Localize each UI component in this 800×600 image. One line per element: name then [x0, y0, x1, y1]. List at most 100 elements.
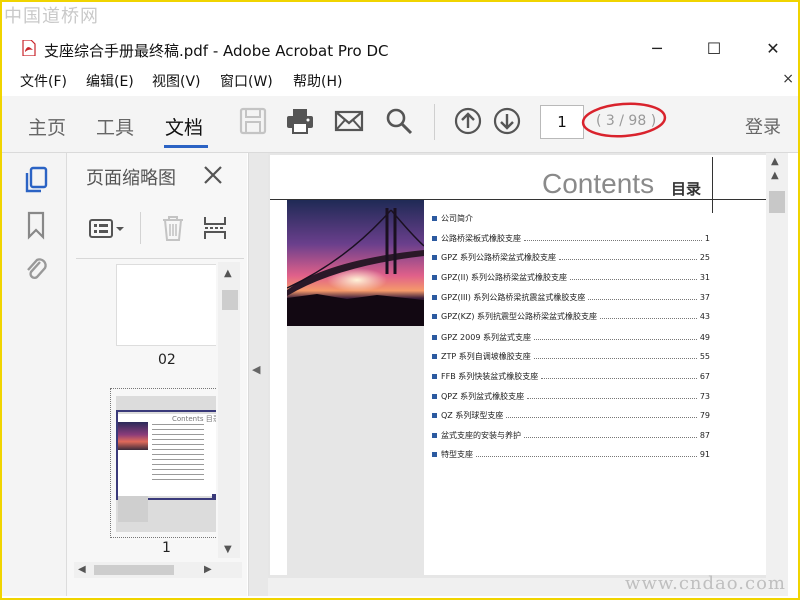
- toc-row[interactable]: ZTP 系列自调坡橡胶支座 55: [432, 349, 710, 363]
- close-panel-icon[interactable]: [201, 163, 225, 187]
- toc-bullet-icon: [432, 235, 437, 241]
- toc-row[interactable]: GPZ 系列公路桥梁盆式橡胶支座 25: [432, 250, 710, 264]
- attachment-icon[interactable]: [22, 254, 50, 284]
- insert-page-icon[interactable]: [202, 214, 228, 242]
- maximize-button[interactable]: ☐: [703, 38, 725, 60]
- toc-leader: [600, 314, 697, 319]
- toc-bullet-icon: [432, 432, 437, 438]
- tab-home[interactable]: 主页: [28, 113, 66, 140]
- menu-window[interactable]: 窗口(W): [220, 71, 273, 91]
- toc-page-number: 31: [699, 272, 710, 282]
- toc-leader: [476, 452, 697, 457]
- toc-page-number: 55: [699, 351, 710, 361]
- heading-vertical-rule: [712, 157, 713, 213]
- toc-page-number: 49: [699, 332, 710, 342]
- document-vertical-scrollbar[interactable]: [766, 153, 788, 578]
- close-document-button[interactable]: ×: [782, 71, 794, 87]
- toc-row[interactable]: GPZ 2009 系列盆式支座 49: [432, 330, 710, 344]
- thumbnail-scroll-left-icon[interactable]: ◀: [78, 564, 86, 575]
- window-title: 支座综合手册最终稿.pdf - Adobe Acrobat Pro DC: [44, 42, 389, 60]
- document-scroll-up-icon-2[interactable]: ▲: [771, 170, 779, 181]
- toc-bullet-icon: [432, 373, 437, 379]
- toc-title: 特型支座: [441, 449, 473, 459]
- toc-row[interactable]: 公路桥梁板式橡胶支座 1: [432, 231, 710, 245]
- contents-heading: Contents: [542, 168, 655, 199]
- thumbnail-viewport-frame: [116, 410, 216, 500]
- thumbnail-page-1[interactable]: Contents 目录: [116, 396, 216, 532]
- toc-row[interactable]: QPZ 系列盆式橡胶支座 73: [432, 389, 710, 403]
- toc-title: QPZ 系列盆式橡胶支座: [441, 391, 525, 401]
- watermark-bottom: www.cndao.com: [625, 573, 786, 594]
- thumbnail-scroll-up-icon[interactable]: ▲: [224, 268, 232, 279]
- toc-row[interactable]: FFB 系列快装盆式橡胶支座 67: [432, 369, 710, 383]
- toc-page-number: 87: [699, 430, 710, 440]
- thumbnail-resize-handle[interactable]: [212, 494, 216, 499]
- thumbnail-scroll-right-icon[interactable]: ▶: [204, 564, 212, 575]
- toc-leader: [506, 413, 697, 418]
- thumbnail-scroll-thumb[interactable]: [222, 290, 238, 310]
- menu-edit[interactable]: 编辑(E): [86, 71, 134, 91]
- toc-bullet-icon: [432, 294, 437, 300]
- save-icon[interactable]: [238, 106, 268, 136]
- toc-row[interactable]: GPZ(III) 系列公路桥梁抗震盆式橡胶支座 37: [432, 290, 710, 304]
- toc-page-number: 25: [699, 252, 710, 262]
- thumbnail-hscroll-thumb[interactable]: [94, 565, 174, 575]
- toc-page-number: 43: [699, 311, 710, 321]
- search-icon[interactable]: [384, 106, 414, 136]
- toc-leader: [527, 394, 697, 399]
- toc-title: GPZ(III) 系列公路桥梁抗震盆式橡胶支座: [441, 292, 586, 302]
- toc-leader: [524, 433, 697, 438]
- toc-bullet-icon: [432, 254, 437, 260]
- toc-page-number: 67: [699, 371, 710, 381]
- toc-leader: [570, 275, 697, 280]
- page-up-icon[interactable]: [453, 106, 483, 136]
- print-icon[interactable]: [285, 106, 315, 136]
- bookmark-icon[interactable]: [22, 210, 50, 240]
- toc-row[interactable]: 盆式支座的安装与养护 87: [432, 428, 710, 442]
- panel-tool-separator: [140, 212, 141, 244]
- tab-tools[interactable]: 工具: [96, 113, 134, 140]
- thumbnail-list: 02 Contents 目录 1: [76, 262, 216, 562]
- toc-row[interactable]: GPZ(II) 系列公路桥梁盆式橡胶支座 31: [432, 270, 710, 284]
- toc-row[interactable]: GPZ(KZ) 系列抗震型公路桥梁盆式橡胶支座 43: [432, 309, 710, 323]
- trash-icon[interactable]: [160, 214, 186, 242]
- thumbnail-scroll-down-icon[interactable]: ▼: [224, 544, 232, 555]
- page-thumbnails-icon[interactable]: [22, 165, 50, 195]
- toc-row[interactable]: QZ 系列球型支座 79: [432, 408, 710, 422]
- thumbnail-label-02: 02: [158, 352, 176, 368]
- thumbnail-page-02[interactable]: [116, 264, 216, 346]
- active-tab-indicator: [164, 145, 208, 148]
- collapse-panel-icon[interactable]: ◀: [252, 363, 260, 376]
- page-down-icon[interactable]: [492, 106, 522, 136]
- toc-page-number: 79: [699, 410, 710, 420]
- mail-icon[interactable]: [334, 106, 364, 136]
- menu-help[interactable]: 帮助(H): [293, 71, 342, 91]
- toc-row[interactable]: 公司简介: [432, 211, 710, 225]
- toolbar-separator: [434, 104, 435, 140]
- panel-title: 页面缩略图: [86, 168, 176, 189]
- minimize-button[interactable]: ─: [646, 38, 668, 60]
- document-scroll-thumb[interactable]: [769, 191, 785, 213]
- page-number-input[interactable]: 1: [540, 105, 584, 139]
- toc-title: 公路桥梁板式橡胶支座: [441, 233, 521, 243]
- toc-title: GPZ(KZ) 系列抗震型公路桥梁盆式橡胶支座: [441, 311, 598, 321]
- menu-view[interactable]: 视图(V): [152, 71, 201, 91]
- toc-leader: [541, 374, 697, 379]
- toc-page-number: 73: [699, 391, 710, 401]
- toc-title: GPZ 系列公路桥梁盆式橡胶支座: [441, 252, 557, 262]
- contents-heading-cn: 目录: [671, 180, 702, 198]
- toc-bullet-icon: [432, 412, 437, 418]
- menu-file[interactable]: 文件(F): [20, 71, 67, 91]
- toc-title: QZ 系列球型支座: [441, 410, 504, 420]
- thumbnail-options-icon[interactable]: [88, 217, 128, 241]
- photo-placeholder-column: [287, 326, 424, 576]
- close-window-button[interactable]: ✕: [762, 38, 784, 60]
- toc-bullet-icon: [432, 215, 437, 221]
- toc-title: 盆式支座的安装与养护: [441, 430, 521, 440]
- toc-row[interactable]: 特型支座 91: [432, 447, 710, 461]
- document-scroll-up-icon[interactable]: ▲: [771, 156, 779, 167]
- toc-title: ZTP 系列自调坡橡胶支座: [441, 351, 531, 361]
- toc-leader: [559, 255, 697, 260]
- tab-document[interactable]: 文档: [165, 113, 203, 140]
- login-button[interactable]: 登录: [745, 113, 781, 139]
